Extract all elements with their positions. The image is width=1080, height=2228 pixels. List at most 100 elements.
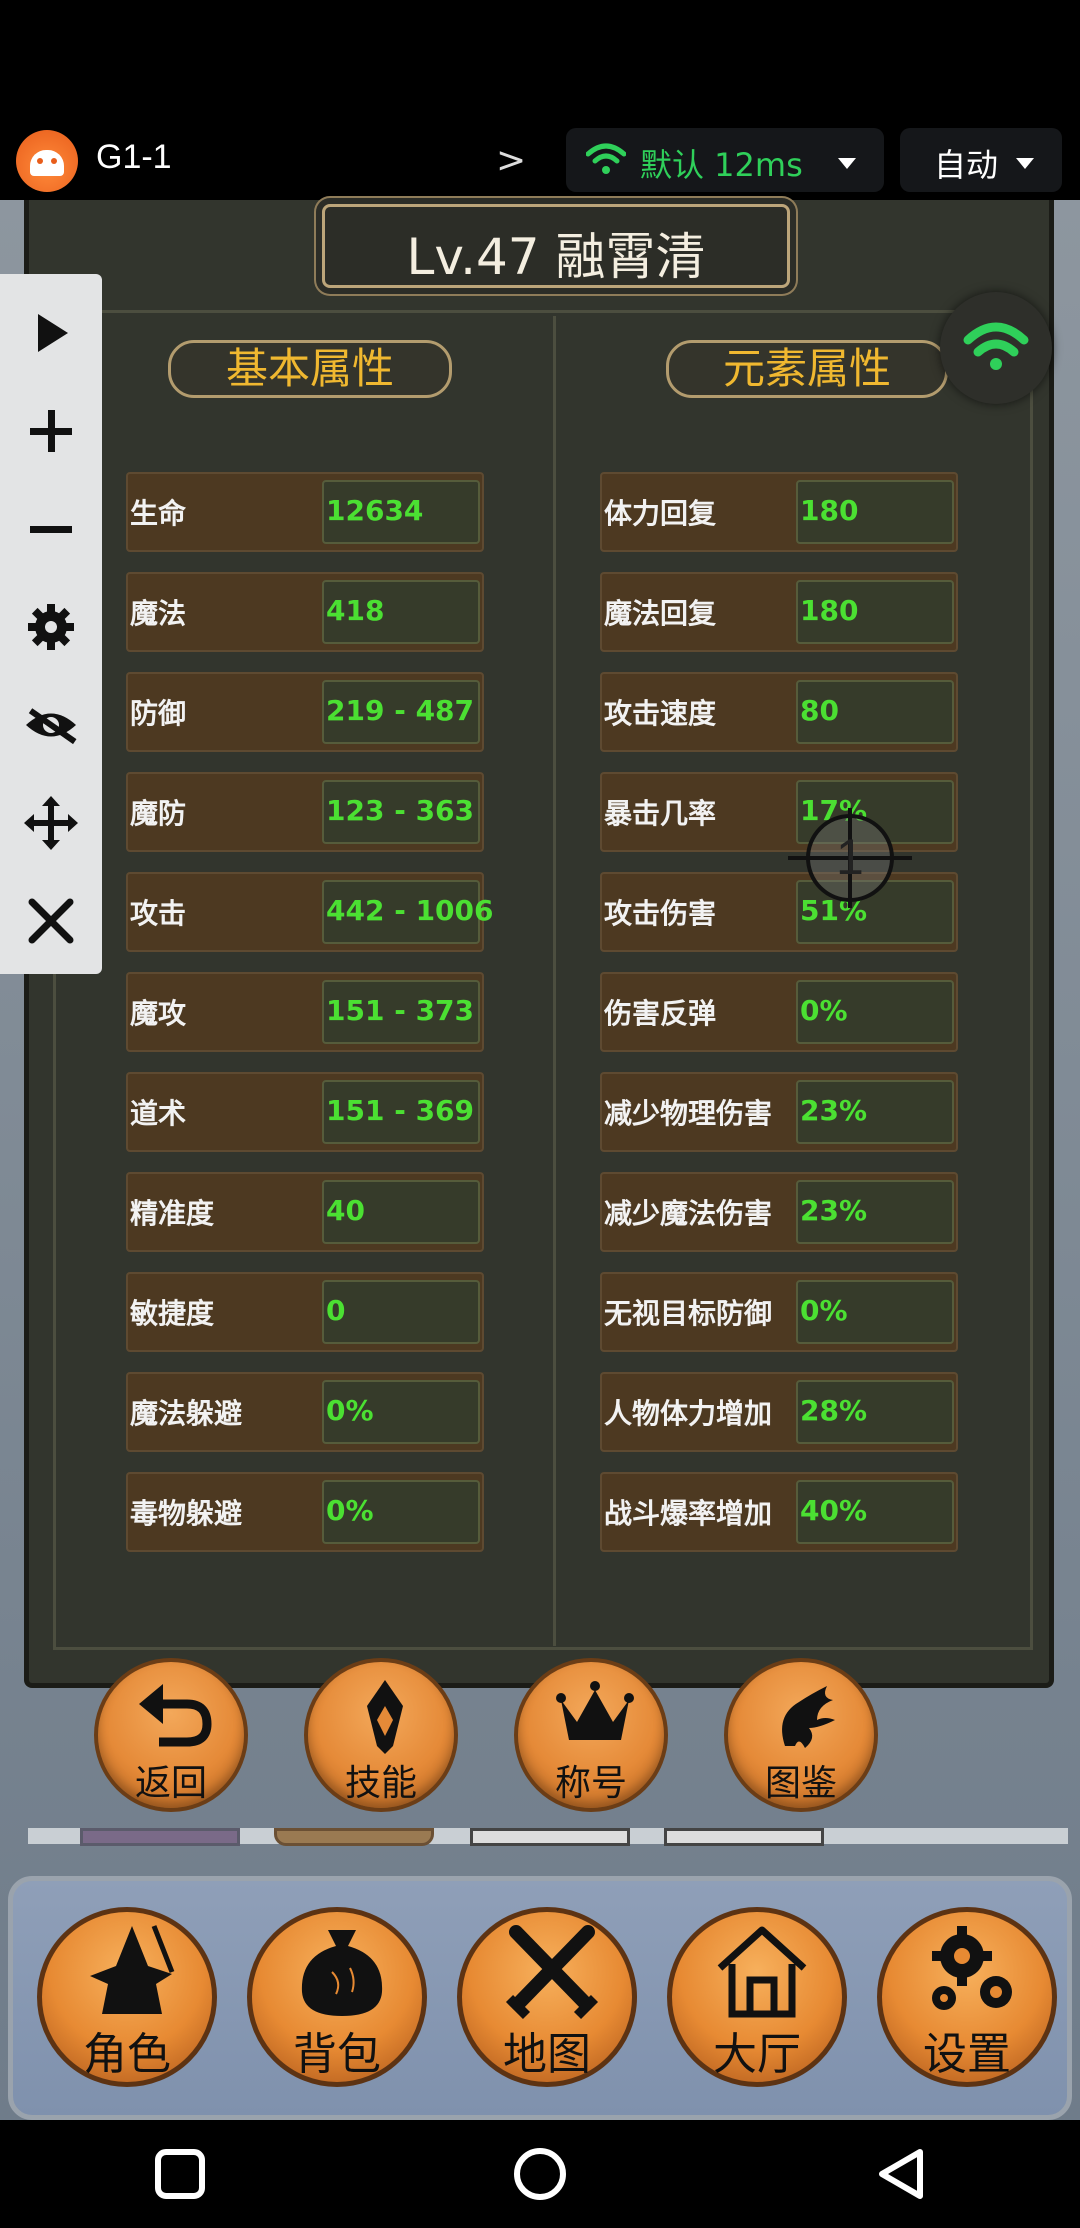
crown-icon <box>556 1681 634 1740</box>
stat-value: 442 - 1006 <box>326 894 494 927</box>
stat-label: 减少魔法伤害 <box>604 1197 773 1230</box>
stat-value: 80 <box>800 694 839 727</box>
skill-button[interactable]: 技能 <box>304 1658 458 1812</box>
swords-icon <box>505 1925 599 2020</box>
stat-row: 攻击 442 - 1006 <box>126 872 494 952</box>
nav-bag-label: 背包 <box>293 2029 381 2080</box>
stat-value-box: 219 - 487 <box>322 680 480 744</box>
stat-value: 40 <box>326 1194 365 1227</box>
stat-value-box: 40% <box>796 1480 954 1544</box>
android-app-icon[interactable] <box>16 130 78 192</box>
stat-row: 精准度 40 <box>126 1172 484 1252</box>
gears-icon <box>932 1926 1012 2010</box>
stat-label: 敏捷度 <box>130 1297 215 1330</box>
stat-row: 魔法 418 <box>126 572 484 652</box>
stat-value-box: 0 <box>322 1280 480 1344</box>
stat-value-box: 12634 <box>322 480 480 544</box>
stat-value-box: 40 <box>322 1180 480 1244</box>
codex-button[interactable]: 图鉴 <box>724 1658 878 1812</box>
stat-value: 23% <box>800 1194 868 1227</box>
stat-label: 攻击速度 <box>604 697 717 730</box>
stat-label: 攻击伤害 <box>604 897 717 930</box>
stat-label: 体力回复 <box>604 497 717 530</box>
stat-value: 151 - 369 <box>326 1094 475 1127</box>
nav-map-button[interactable]: 地图 <box>457 1907 637 2087</box>
return-label: 返回 <box>134 1763 207 1804</box>
stat-value: 180 <box>800 494 859 527</box>
stat-value: 418 <box>326 594 385 627</box>
title-label: 称号 <box>554 1763 627 1804</box>
stat-row: 防御 219 - 487 <box>126 672 484 752</box>
strip-item[interactable] <box>274 1828 434 1846</box>
stat-value: 0 <box>326 1294 346 1327</box>
stat-value-box: 442 - 1006 <box>322 880 494 944</box>
mode-selector[interactable]: 自动 <box>900 128 1062 192</box>
stat-row: 生命 12634 <box>126 472 484 552</box>
floating-toolbar <box>0 274 102 974</box>
stat-value-box: 151 - 373 <box>322 980 480 1044</box>
home-icon[interactable] <box>512 2146 568 2202</box>
plus-icon[interactable] <box>22 402 80 460</box>
stat-value-box: 180 <box>796 480 954 544</box>
stat-label: 毒物躲避 <box>130 1497 243 1530</box>
network-label: 默认 12ms <box>640 146 803 184</box>
network-selector[interactable]: 默认 12ms <box>566 128 884 192</box>
element-attributes-heading: 元素属性 <box>666 340 948 398</box>
bottom-navigation: 角色 背包 地图 大厅 设置 <box>8 1876 1072 2120</box>
stat-value-box: 0% <box>796 980 954 1044</box>
return-button[interactable]: 返回 <box>94 1658 248 1812</box>
stat-value-box: 0% <box>322 1480 480 1544</box>
stat-value: 40% <box>800 1494 868 1527</box>
stat-value-box: 151 - 369 <box>322 1080 480 1144</box>
stat-value: 12634 <box>326 494 424 527</box>
stat-value-box: 23% <box>796 1180 954 1244</box>
stat-row: 减少物理伤害 23% <box>600 1072 958 1152</box>
strip-item[interactable] <box>664 1828 824 1846</box>
caret-down-icon <box>838 158 856 169</box>
character-title-plate: Lv.47 融霄清 <box>322 204 790 288</box>
wifi-icon <box>963 322 1029 370</box>
android-navigation-bar <box>0 2120 1080 2228</box>
overlay-top-bar: G1-1 > 默认 12ms 自动 <box>0 120 1080 200</box>
stat-row: 体力回复 180 <box>600 472 958 552</box>
stat-label: 魔法 <box>130 597 187 630</box>
minus-icon[interactable] <box>22 500 80 558</box>
back-icon[interactable] <box>874 2146 930 2202</box>
nav-character-button[interactable]: 角色 <box>37 1907 217 2087</box>
stat-value-box: 0% <box>322 1380 480 1444</box>
stat-label: 防御 <box>130 697 187 730</box>
skill-icon <box>367 1680 403 1754</box>
stat-value-box: 0% <box>796 1280 954 1344</box>
strip-item[interactable] <box>80 1828 240 1846</box>
stat-value: 0% <box>326 1394 374 1427</box>
stat-row: 伤害反弹 0% <box>600 972 958 1052</box>
nav-bag-button[interactable]: 背包 <box>247 1907 427 2087</box>
stat-value: 219 - 487 <box>326 694 475 727</box>
basic-attributes-heading: 基本属性 <box>168 340 452 398</box>
chevron-right-icon[interactable]: > <box>496 140 526 181</box>
stat-value-box: 418 <box>322 580 480 644</box>
nav-hall-label: 大厅 <box>713 2029 801 2080</box>
stat-value: 180 <box>800 594 859 627</box>
nav-settings-button[interactable]: 设置 <box>877 1907 1057 2087</box>
stat-row: 魔法躲避 0% <box>126 1372 484 1452</box>
stat-row: 攻击速度 80 <box>600 672 958 752</box>
strip-item[interactable] <box>470 1828 630 1846</box>
stat-row: 人物体力增加 28% <box>600 1372 958 1452</box>
title-button[interactable]: 称号 <box>514 1658 668 1812</box>
stat-row: 敏捷度 0 <box>126 1272 484 1352</box>
gear-icon[interactable] <box>22 598 80 656</box>
stat-row: 魔法回复 180 <box>600 572 958 652</box>
close-icon[interactable] <box>22 892 80 950</box>
stat-row: 无视目标防御 0% <box>600 1272 958 1352</box>
nav-hall-button[interactable]: 大厅 <box>667 1907 847 2087</box>
network-status-bubble[interactable] <box>940 292 1052 404</box>
play-icon[interactable] <box>22 304 80 362</box>
eye-off-icon[interactable] <box>22 696 80 754</box>
wizard-icon <box>90 1925 175 2014</box>
recents-icon[interactable] <box>152 2146 208 2202</box>
move-icon[interactable] <box>22 794 80 852</box>
crosshair-marker[interactable]: 1 <box>788 806 912 930</box>
stat-value-box: 80 <box>796 680 954 744</box>
stat-value: 151 - 373 <box>326 994 475 1027</box>
